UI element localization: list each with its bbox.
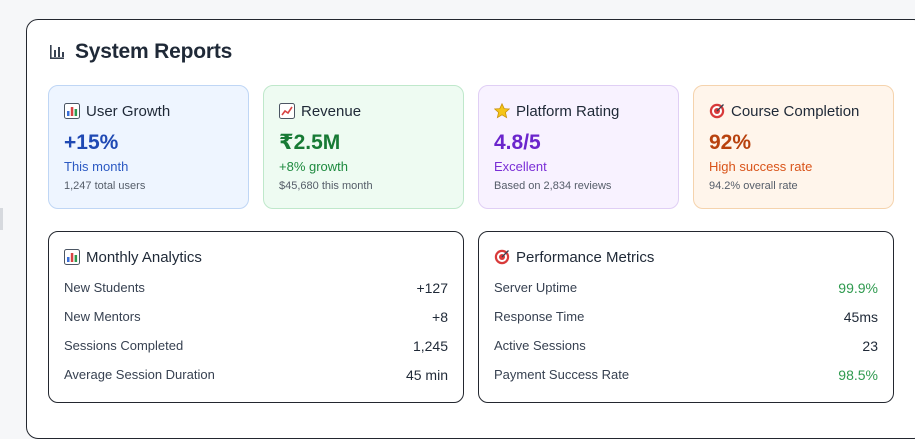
bar-chart-icon <box>64 103 80 119</box>
monthly-analytics-section: Monthly Analytics New Students +127 New … <box>48 231 464 403</box>
card-label: Platform Rating <box>516 102 620 120</box>
metric-row: New Students +127 <box>64 273 448 302</box>
metric-row: Sessions Completed 1,245 <box>64 331 448 360</box>
metric-value: +8 <box>432 308 448 325</box>
card-value: 4.8/5 <box>494 131 541 154</box>
target-icon <box>709 103 725 119</box>
metric-row: New Mentors +8 <box>64 302 448 331</box>
card-subtext: Excellent <box>494 159 547 174</box>
metric-label: Average Session Duration <box>64 367 215 382</box>
card-note: 94.2% overall rate <box>709 180 798 192</box>
card-course-completion: Course Completion 92% High success rate … <box>693 85 894 209</box>
card-subtext: High success rate <box>709 159 813 174</box>
trend-chart-icon <box>279 103 295 119</box>
section-title: Performance Metrics <box>516 248 655 266</box>
metric-row: Average Session Duration 45 min <box>64 360 448 389</box>
star-icon <box>494 103 510 119</box>
card-revenue: Revenue ₹2.5M +8% growth $45,680 this mo… <box>263 85 464 209</box>
card-note: 1,247 total users <box>64 180 146 192</box>
metric-label: Sessions Completed <box>64 338 184 353</box>
card-value: +15% <box>64 131 119 154</box>
system-reports-panel: System Reports User Growth +15% This mon… <box>26 19 915 439</box>
metric-row: Server Uptime 99.9% <box>494 273 878 302</box>
card-note: Based on 2,834 reviews <box>494 180 612 192</box>
card-note: $45,680 this month <box>279 180 373 192</box>
card-label: Course Completion <box>731 102 860 120</box>
card-subtext: +8% growth <box>279 159 349 174</box>
metric-label: New Students <box>64 280 145 295</box>
card-value: ₹2.5M <box>279 131 341 154</box>
metric-label: Server Uptime <box>494 280 578 295</box>
metric-label: New Mentors <box>64 309 141 324</box>
card-label: Revenue <box>301 102 362 120</box>
metric-row: Response Time 45ms <box>494 302 878 331</box>
card-label: User Growth <box>86 102 171 120</box>
card-value: 92% <box>709 131 752 154</box>
target-icon <box>494 249 510 265</box>
metric-label: Active Sessions <box>494 338 586 353</box>
performance-metrics-section: Performance Metrics Server Uptime 99.9% … <box>478 231 894 403</box>
metric-value: 45ms <box>843 308 878 325</box>
page-edge-marker <box>0 208 3 230</box>
metric-label: Response Time <box>494 309 585 324</box>
metric-value: +127 <box>416 279 448 296</box>
bar-chart-icon <box>50 45 64 59</box>
metric-value: 45 min <box>405 366 448 383</box>
metric-value: 99.9% <box>838 279 878 296</box>
metric-row: Payment Success Rate 98.5% <box>494 360 878 389</box>
metric-value: 23 <box>862 337 878 354</box>
card-platform-rating: Platform Rating 4.8/5 Excellent Based on… <box>478 85 679 209</box>
metric-row: Active Sessions 23 <box>494 331 878 360</box>
title-text: System Reports <box>75 40 233 63</box>
card-subtext: This month <box>64 159 129 174</box>
metric-value: 1,245 <box>412 337 448 354</box>
page-title: System Reports <box>48 40 232 64</box>
metric-value: 98.5% <box>838 366 878 383</box>
metric-label: Payment Success Rate <box>494 367 630 382</box>
section-title: Monthly Analytics <box>86 248 202 266</box>
bar-chart-icon <box>64 249 80 265</box>
card-user-growth: User Growth +15% This month 1,247 total … <box>48 85 249 209</box>
